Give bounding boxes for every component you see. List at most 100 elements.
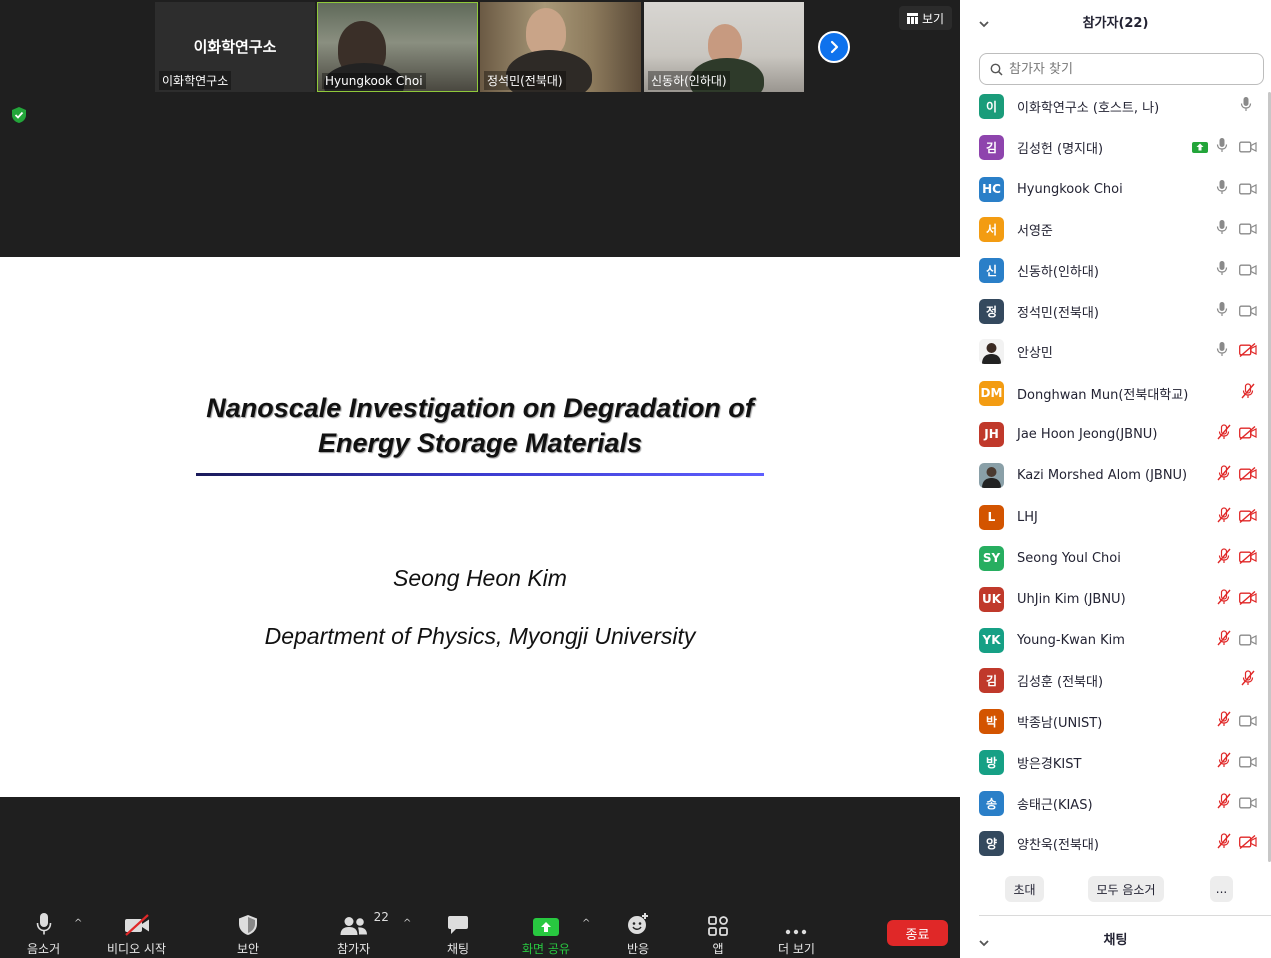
microphone-muted-icon[interactable] <box>1216 507 1232 527</box>
participant-search-box[interactable] <box>979 53 1264 85</box>
video-tile-jeong-seokmin[interactable]: 정석민(전북대) <box>480 2 641 92</box>
participant-name: Jae Hoon Jeong(JBNU) <box>1017 426 1158 442</box>
start-video-button[interactable]: 비디오 시작 <box>107 912 166 957</box>
video-tile-hyungkook-choi[interactable]: Hyungkook Choi <box>317 2 478 92</box>
participant-row[interactable]: 방 방은경KIST <box>960 742 1271 782</box>
chat-label: 채팅 <box>447 942 470 956</box>
microphone-muted-icon[interactable] <box>1216 752 1232 772</box>
participant-row[interactable]: DM Donghwan Mun(전북대학교) <box>960 373 1271 413</box>
camera-off-icon[interactable] <box>1239 466 1257 485</box>
security-label: 보안 <box>237 942 260 956</box>
video-tile-shin-dongha[interactable]: 신동하(인하대) <box>644 2 804 92</box>
chat-divider <box>979 915 1271 916</box>
screen-sharing-icon <box>1192 141 1208 153</box>
participant-row[interactable]: L LHJ <box>960 497 1271 537</box>
microphone-icon[interactable] <box>1216 301 1228 321</box>
participant-row[interactable]: 이 이화학연구소 (호스트, 나) <box>960 86 1271 126</box>
participant-row[interactable]: 정 정석민(전북대) <box>960 291 1271 331</box>
microphone-muted-icon[interactable] <box>1216 630 1232 650</box>
encryption-shield-icon[interactable] <box>11 106 27 128</box>
video-tile-host[interactable]: 이화학연구소 이화학연구소 <box>155 2 315 92</box>
microphone-icon[interactable] <box>1216 260 1228 280</box>
participant-name: Kazi Morshed Alom (JBNU) <box>1017 467 1188 483</box>
reactions-button[interactable]: 반응 <box>626 912 650 957</box>
camera-off-icon[interactable] <box>1239 590 1257 609</box>
participant-search-input[interactable] <box>1009 61 1249 77</box>
camera-icon[interactable] <box>1239 138 1257 157</box>
camera-icon[interactable] <box>1239 753 1257 772</box>
microphone-muted-icon[interactable] <box>1240 670 1256 690</box>
camera-off-icon[interactable] <box>1239 549 1257 568</box>
participant-row[interactable]: 안상민 <box>960 331 1271 371</box>
participant-row[interactable]: 서 서영준 <box>960 209 1271 249</box>
slide-title-line1: Nanoscale Investigation on Degradation o… <box>206 393 754 423</box>
participant-row[interactable]: 양 양찬욱(전북대) <box>960 823 1271 863</box>
end-meeting-button[interactable]: 종료 <box>887 920 948 946</box>
camera-icon[interactable] <box>1239 261 1257 280</box>
participants-options-caret[interactable]: ^ <box>403 918 411 929</box>
avatar: SY <box>979 545 1004 571</box>
camera-icon[interactable] <box>1239 712 1257 731</box>
avatar: 김 <box>979 667 1004 693</box>
camera-icon[interactable] <box>1239 302 1257 321</box>
slide-divider <box>196 473 764 476</box>
share-screen-button[interactable]: 화면 공유 <box>522 912 570 957</box>
microphone-icon[interactable] <box>1216 219 1228 239</box>
camera-off-icon[interactable] <box>1239 342 1257 361</box>
participants-label: 참가자 <box>337 942 371 956</box>
apps-button[interactable]: 앱 <box>708 912 728 957</box>
audio-options-caret[interactable]: ^ <box>74 918 82 929</box>
mute-all-button[interactable]: 모두 음소거 <box>1088 876 1164 902</box>
more-button[interactable]: 더 보기 <box>778 912 815 957</box>
share-options-caret[interactable]: ^ <box>582 918 590 929</box>
participant-row[interactable]: 박 박종남(UNIST) <box>960 701 1271 741</box>
chat-button[interactable]: 채팅 <box>447 912 469 957</box>
mute-button[interactable]: 음소거 <box>27 912 60 957</box>
camera-icon[interactable] <box>1239 631 1257 650</box>
microphone-muted-icon[interactable] <box>1240 383 1256 403</box>
microphone-icon[interactable] <box>1240 96 1252 116</box>
participant-row[interactable]: 신 신동하(인하대) <box>960 250 1271 290</box>
next-videos-button[interactable] <box>818 31 850 63</box>
camera-off-icon[interactable] <box>1239 834 1257 853</box>
microphone-muted-icon[interactable] <box>1216 465 1232 485</box>
participant-row[interactable]: 김 김성헌 (명지대) <box>960 127 1271 167</box>
participant-name: 박종남(UNIST) <box>1017 715 1103 731</box>
more-options-button[interactable]: ... <box>1210 876 1233 902</box>
microphone-icon[interactable] <box>1216 341 1228 361</box>
video-tile-host-label: 이화학연구소 <box>159 71 232 90</box>
participants-count: 22 <box>373 910 389 924</box>
microphone-icon[interactable] <box>1216 137 1228 157</box>
video-tile-label: 신동하(인하대) <box>648 71 730 90</box>
avatar: 송 <box>979 790 1004 816</box>
microphone-muted-icon[interactable] <box>1216 711 1232 731</box>
meeting-stage: 이화학연구소 이화학연구소 Hyungkook Choi 정석민(전북대) 신동… <box>0 0 960 958</box>
participant-row[interactable]: HC Hyungkook Choi <box>960 169 1271 209</box>
slide-author: Seong Heon Kim <box>393 565 567 591</box>
camera-icon[interactable] <box>1239 794 1257 813</box>
participant-row[interactable]: 송 송태근(KIAS) <box>960 783 1271 823</box>
participants-button[interactable]: 22 참가자 <box>337 910 389 957</box>
avatar: L <box>979 504 1004 530</box>
microphone-muted-icon[interactable] <box>1216 589 1232 609</box>
participant-row[interactable]: 김 김성훈 (전북대) <box>960 660 1271 700</box>
microphone-muted-icon[interactable] <box>1216 793 1232 813</box>
participant-row[interactable]: JH Jae Hoon Jeong(JBNU) <box>960 414 1271 454</box>
participant-row[interactable]: UK UhJin Kim (JBNU) <box>960 579 1271 619</box>
shared-screen-slide: Nanoscale Investigation on Degradation o… <box>0 257 960 797</box>
view-button[interactable]: 보기 <box>899 6 953 30</box>
microphone-muted-icon[interactable] <box>1216 833 1232 853</box>
invite-button[interactable]: 초대 <box>1005 876 1044 902</box>
participant-row[interactable]: YK Young-Kwan Kim <box>960 620 1271 660</box>
security-button[interactable]: 보안 <box>237 912 259 957</box>
camera-icon[interactable] <box>1239 180 1257 199</box>
participant-row[interactable]: Kazi Morshed Alom (JBNU) <box>960 455 1271 495</box>
camera-off-icon[interactable] <box>1239 508 1257 527</box>
camera-icon[interactable] <box>1239 220 1257 239</box>
microphone-icon[interactable] <box>1216 179 1228 199</box>
camera-off-icon[interactable] <box>1239 425 1257 444</box>
microphone-muted-icon[interactable] <box>1216 548 1232 568</box>
participant-row[interactable]: SY Seong Youl Choi <box>960 538 1271 578</box>
meeting-toolbar: 음소거 ^ 비디오 시작 보안 22 참가자 ^ 채팅 화면 공유 ^ 반응 앱… <box>0 900 960 958</box>
microphone-muted-icon[interactable] <box>1216 424 1232 444</box>
